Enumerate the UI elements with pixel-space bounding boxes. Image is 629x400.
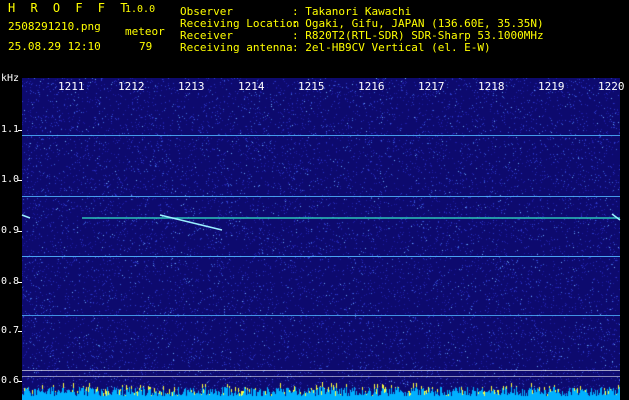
meteor-trace-overlay	[21, 213, 621, 231]
signal-level-bars	[22, 382, 620, 400]
meteor-edge-echo	[611, 213, 621, 221]
meteor-edge-echo	[21, 214, 31, 219]
